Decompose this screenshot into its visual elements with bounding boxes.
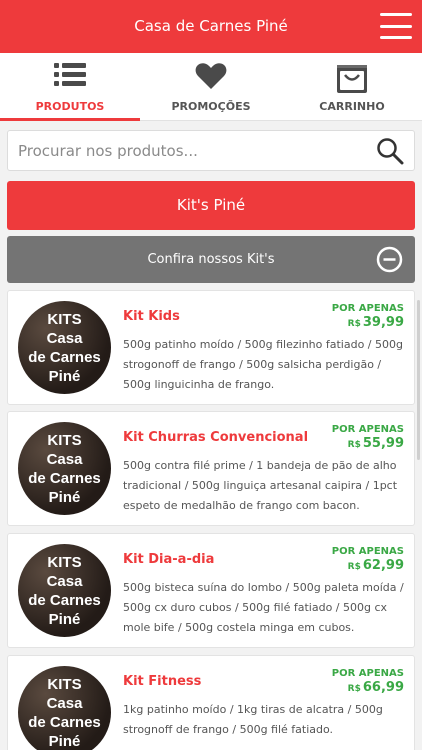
product-description: 500g patinho moído / 500g filezinho fati… — [123, 338, 403, 391]
app-title: Casa de Carnes Piné — [134, 17, 288, 35]
section-header-kits[interactable]: Confira nossos Kit's — [7, 236, 415, 283]
product-thumbnail: KITS Casa de Carnes Piné — [18, 666, 111, 750]
product-description: 500g bisteca suína do lombo / 500g palet… — [123, 581, 404, 634]
list-icon — [54, 62, 86, 92]
product-description: 500g contra filé prime / 1 bandeja de pã… — [123, 459, 398, 512]
kits-pine-button[interactable]: Kit's Piné — [7, 181, 415, 230]
tab-produtos-label: PRODUTOS — [35, 100, 105, 113]
hamburger-menu-icon[interactable] — [380, 13, 412, 39]
tab-carrinho-label: CARRINHO — [319, 100, 385, 113]
heart-icon — [195, 62, 227, 94]
tab-carrinho[interactable]: CARRINHO — [282, 53, 422, 121]
product-thumbnail: KITS Casa de Carnes Piné — [18, 422, 111, 515]
price-label: POR APENAS — [331, 424, 404, 435]
collapse-minus-icon[interactable] — [376, 246, 403, 293]
product-price: R$ 66,99 — [347, 680, 404, 695]
search-input[interactable] — [18, 137, 358, 165]
product-thumbnail: KITS Casa de Carnes Piné — [18, 544, 111, 637]
section-title: Confira nossos Kit's — [147, 252, 275, 267]
product-name: Kit Churras Convencional — [123, 430, 309, 445]
product-card-kit-churras[interactable]: KITS Casa de Carnes Piné Kit Churras Con… — [7, 411, 415, 526]
product-name: Kit Fitness — [123, 674, 202, 689]
tab-produtos[interactable]: PRODUTOS — [0, 53, 140, 121]
product-price: R$ 62,99 — [347, 558, 404, 573]
price-label: POR APENAS — [331, 303, 404, 314]
search-icon[interactable] — [376, 137, 404, 169]
product-price: R$ 39,99 — [347, 315, 404, 330]
product-price: R$ 55,99 — [347, 436, 404, 451]
product-card-kit-fitness[interactable]: KITS Casa de Carnes Piné Kit Fitness POR… — [7, 655, 415, 750]
app-header: Casa de Carnes Piné — [0, 0, 422, 53]
product-card-kit-dia-a-dia[interactable]: KITS Casa de Carnes Piné Kit Dia-a-dia P… — [7, 533, 415, 648]
search-bar — [7, 130, 415, 171]
product-thumbnail: KITS Casa de Carnes Piné — [18, 301, 111, 394]
scrollbar[interactable] — [417, 300, 420, 460]
price-label: POR APENAS — [331, 668, 404, 679]
product-name: Kit Dia-a-dia — [123, 552, 215, 567]
product-description: 1kg patinho moído / 1kg tiras de alcatra… — [123, 703, 383, 736]
product-card-kit-kids[interactable]: KITS Casa de Carnes Piné Kit Kids POR AP… — [7, 290, 415, 405]
bag-icon — [336, 62, 368, 98]
price-label: POR APENAS — [331, 546, 404, 557]
tab-promocoes[interactable]: PROMOÇÕES — [141, 53, 281, 121]
tab-bar: PRODUTOS PROMOÇÕES CARRINHO — [0, 53, 422, 121]
tab-promocoes-label: PROMOÇÕES — [171, 100, 251, 113]
product-name: Kit Kids — [123, 309, 180, 324]
